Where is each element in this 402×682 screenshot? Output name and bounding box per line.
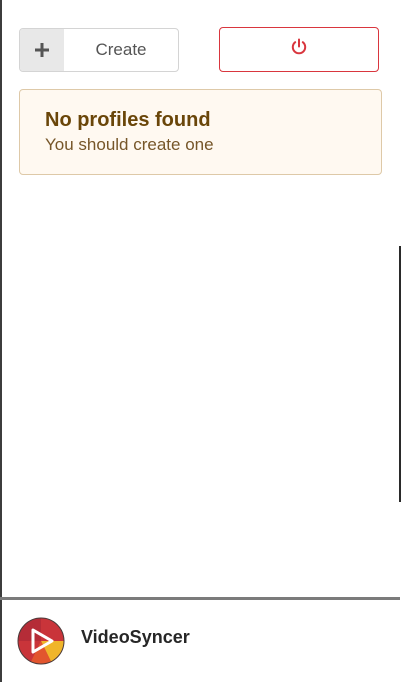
scrollbar-edge[interactable] [399,246,401,502]
create-button[interactable]: Create [19,28,179,72]
plus-icon [20,29,64,71]
alert-title: No profiles found [45,109,211,131]
left-window-edge [0,0,2,682]
alert-text: You should create one [45,135,214,154]
create-button-label: Create [95,40,147,59]
power-icon [290,38,308,61]
power-button[interactable] [219,27,379,72]
footer-divider [0,597,400,600]
no-profiles-alert: No profiles found You should create one [19,89,382,175]
app-name: VideoSyncer [81,627,190,647]
videosyncer-logo-icon [17,617,65,665]
